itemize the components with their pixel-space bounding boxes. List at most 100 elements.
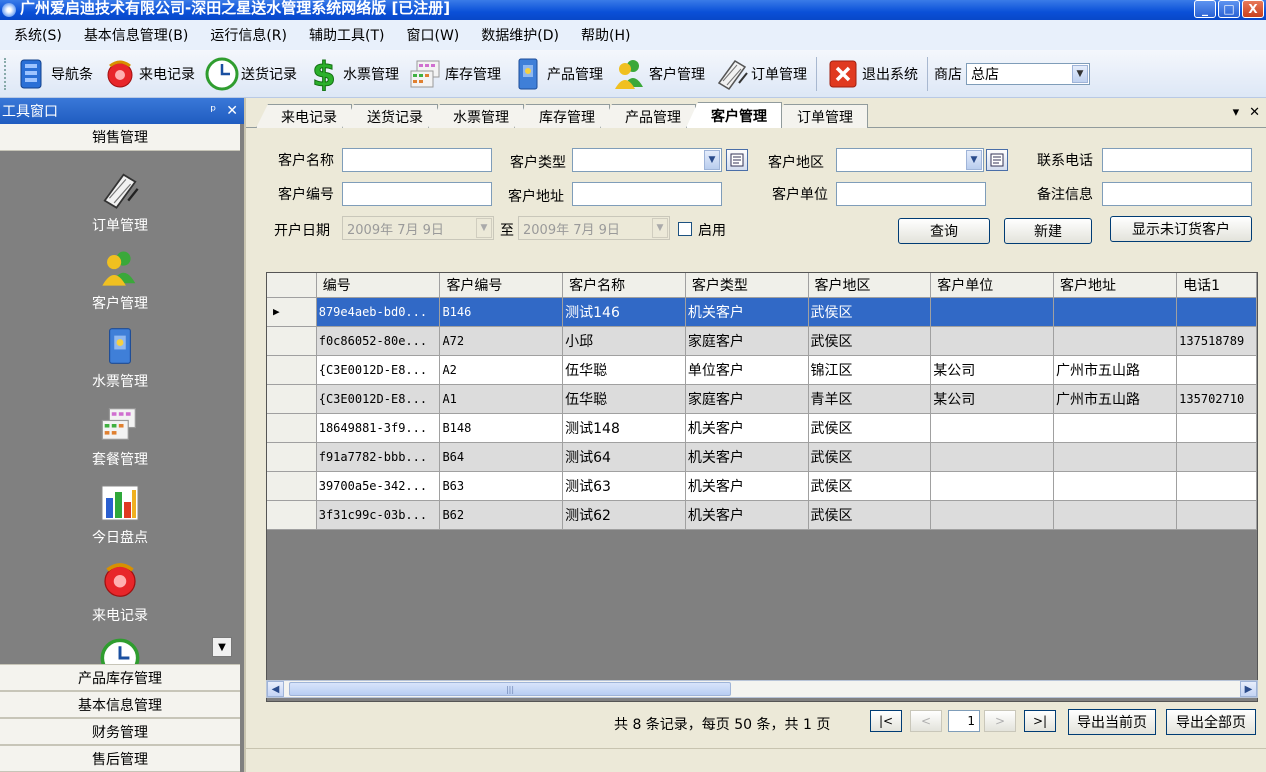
menu-basic-info[interactable]: 基本信息管理(B) bbox=[78, 25, 195, 45]
prev-page-button[interactable]: < bbox=[910, 710, 942, 732]
show-no-order-customers-button[interactable]: 显示未订货客户 bbox=[1110, 216, 1252, 242]
water-ticket-button[interactable]: $ 水票管理 bbox=[304, 54, 402, 94]
phone-input[interactable] bbox=[1102, 148, 1252, 172]
svg-text:$: $ bbox=[312, 57, 336, 91]
section-sales[interactable]: 销售管理 bbox=[0, 124, 240, 151]
menu-tools[interactable]: 辅助工具(T) bbox=[303, 25, 390, 45]
cell-customer-unit: 某公司 bbox=[930, 355, 1054, 385]
tool-window-title: 工具窗口 bbox=[2, 104, 58, 120]
column-header-customer-type[interactable]: 客户类型 bbox=[685, 273, 809, 298]
tab-close-icon[interactable]: ✕ bbox=[1249, 105, 1260, 120]
tab-water-ticket[interactable]: 水票管理 bbox=[428, 104, 524, 128]
query-button[interactable]: 查询 bbox=[898, 218, 990, 244]
chevron-down-icon[interactable]: ▼ bbox=[966, 150, 982, 170]
table-row[interactable]: 3f31c99c-03b... B62 测试62 机关客户 武侯区 bbox=[267, 500, 1257, 530]
customer-type-select[interactable]: ▼ bbox=[572, 148, 722, 172]
sidebar-item-orders[interactable]: 订单管理 bbox=[0, 161, 240, 239]
sidebar-item-daily-count[interactable]: 今日盘点 bbox=[0, 473, 240, 551]
column-header-customer-name[interactable]: 客户名称 bbox=[562, 273, 686, 298]
chevron-down-icon[interactable]: ▼ bbox=[652, 218, 668, 238]
customer-code-input[interactable] bbox=[342, 182, 492, 206]
note-input[interactable] bbox=[1102, 182, 1252, 206]
column-header-customer-unit[interactable]: 客户单位 bbox=[930, 273, 1054, 298]
sidebar-item-customers[interactable]: 客户管理 bbox=[0, 239, 240, 317]
product-button[interactable]: 产品管理 bbox=[508, 54, 606, 94]
export-all-pages-button[interactable]: 导出全部页 bbox=[1166, 709, 1256, 735]
sidebar-item-partial[interactable] bbox=[0, 629, 240, 664]
cell-customer-name: 伍华聪 bbox=[562, 384, 686, 414]
customer-unit-input[interactable] bbox=[836, 182, 986, 206]
open-date-from[interactable]: 2009年 7月 9日 ▼ bbox=[342, 216, 494, 240]
call-record-button[interactable]: 来电记录 bbox=[100, 54, 198, 94]
chevron-down-icon[interactable]: ▼ bbox=[704, 150, 720, 170]
close-icon[interactable]: ✕ bbox=[226, 103, 238, 119]
column-header-customer-address[interactable]: 客户地址 bbox=[1053, 273, 1178, 298]
shop-select[interactable]: 总店 ▼ bbox=[966, 62, 1090, 85]
close-button[interactable]: X bbox=[1242, 0, 1264, 18]
minimize-button[interactable]: _ bbox=[1194, 0, 1216, 18]
table-row[interactable]: 39700a5e-342... B63 测试63 机关客户 武侯区 bbox=[267, 471, 1257, 501]
toolbar-grip[interactable] bbox=[4, 57, 8, 90]
new-button[interactable]: 新建 bbox=[1004, 218, 1092, 244]
last-page-button[interactable]: >| bbox=[1024, 710, 1056, 732]
next-page-button[interactable]: > bbox=[984, 710, 1016, 732]
table-row[interactable]: ▶ 879e4aeb-bd0... B146 测试146 机关客户 武侯区 bbox=[267, 297, 1257, 327]
table-row[interactable]: {C3E0012D-E8... A1 伍华聪 家庭客户 青羊区 某公司 广州市五… bbox=[267, 384, 1257, 414]
title-bar: 广州爱启迪技术有限公司-深田之星送水管理系统网络版 [已注册] _ □ X bbox=[0, 0, 1266, 20]
table-row[interactable]: f0c86052-80e... A72 小邱 家庭客户 武侯区 13751878… bbox=[267, 326, 1257, 356]
scroll-right-icon[interactable]: ▶ bbox=[1240, 681, 1257, 697]
exit-button[interactable]: 退出系统 bbox=[823, 54, 921, 94]
customer-button[interactable]: 客户管理 bbox=[610, 54, 708, 94]
inventory-button[interactable]: 库存管理 bbox=[406, 54, 504, 94]
nav-bar-button[interactable]: 导航条 bbox=[12, 54, 96, 94]
customer-address-input[interactable] bbox=[572, 182, 722, 206]
maximize-button[interactable]: □ bbox=[1218, 0, 1240, 18]
enable-date-checkbox[interactable] bbox=[678, 222, 692, 236]
column-header-phone1[interactable]: 电话1 bbox=[1176, 273, 1257, 298]
sidebar-item-calls[interactable]: 来电记录 bbox=[0, 551, 240, 629]
tab-order[interactable]: 订单管理 bbox=[772, 104, 868, 128]
section-basic-info[interactable]: 基本信息管理 bbox=[0, 691, 240, 718]
delivery-record-button[interactable]: 送货记录 bbox=[202, 54, 300, 94]
column-header-customer-code[interactable]: 客户编号 bbox=[439, 273, 564, 298]
sidebar-scroll-down-button[interactable]: ▼ bbox=[212, 637, 232, 657]
customer-region-select[interactable]: ▼ bbox=[836, 148, 984, 172]
scroll-thumb[interactable]: ||| bbox=[289, 682, 731, 696]
section-after-sales[interactable]: 售后管理 bbox=[0, 745, 240, 772]
phone-icon bbox=[103, 57, 137, 91]
menu-data-maintenance[interactable]: 数据维护(D) bbox=[475, 25, 565, 45]
open-date-to[interactable]: 2009年 7月 9日 ▼ bbox=[518, 216, 670, 240]
section-finance[interactable]: 财务管理 bbox=[0, 718, 240, 745]
tab-delivery-record[interactable]: 送货记录 bbox=[342, 104, 438, 128]
section-product-inventory[interactable]: 产品库存管理 bbox=[0, 664, 240, 691]
page-number-input[interactable]: 1 bbox=[948, 710, 980, 732]
customer-region-picker-button[interactable] bbox=[986, 149, 1008, 171]
tab-call-record[interactable]: 来电记录 bbox=[256, 104, 352, 128]
table-row[interactable]: 18649881-3f9... B148 测试148 机关客户 武侯区 bbox=[267, 413, 1257, 443]
table-row[interactable]: {C3E0012D-E8... A2 伍华聪 单位客户 锦江区 某公司 广州市五… bbox=[267, 355, 1257, 385]
chevron-down-icon[interactable]: ▼ bbox=[476, 218, 492, 238]
sidebar-item-tickets[interactable]: 水票管理 bbox=[0, 317, 240, 395]
column-header-id[interactable]: 编号 bbox=[316, 273, 441, 298]
horizontal-scrollbar[interactable]: ◀ ||| ▶ bbox=[266, 680, 1258, 698]
table-row[interactable]: f91a7782-bbb... B64 测试64 机关客户 武侯区 bbox=[267, 442, 1257, 472]
scroll-left-icon[interactable]: ◀ bbox=[267, 681, 284, 697]
tab-product[interactable]: 产品管理 bbox=[600, 104, 696, 128]
tab-menu-icon[interactable]: ▾ bbox=[1233, 105, 1240, 120]
first-page-button[interactable]: |< bbox=[870, 710, 902, 732]
menu-system[interactable]: 系统(S) bbox=[8, 25, 68, 45]
chevron-down-icon[interactable]: ▼ bbox=[1072, 64, 1088, 83]
menu-runtime-info[interactable]: 运行信息(R) bbox=[204, 25, 293, 45]
sidebar-item-packages[interactable]: 套餐管理 bbox=[0, 395, 240, 473]
customer-type-picker-button[interactable] bbox=[726, 149, 748, 171]
order-button[interactable]: 订单管理 bbox=[712, 54, 810, 94]
customer-name-input[interactable] bbox=[342, 148, 492, 172]
sidebar-item-label: 套餐管理 bbox=[92, 452, 148, 468]
export-current-page-button[interactable]: 导出当前页 bbox=[1068, 709, 1156, 735]
menu-window[interactable]: 窗口(W) bbox=[400, 25, 465, 45]
tab-customer[interactable]: 客户管理 bbox=[686, 102, 782, 128]
menu-help[interactable]: 帮助(H) bbox=[575, 25, 636, 45]
pin-icon[interactable]: ᵖ bbox=[210, 103, 216, 119]
column-header-customer-region[interactable]: 客户地区 bbox=[808, 273, 932, 298]
tab-inventory[interactable]: 库存管理 bbox=[514, 104, 610, 128]
